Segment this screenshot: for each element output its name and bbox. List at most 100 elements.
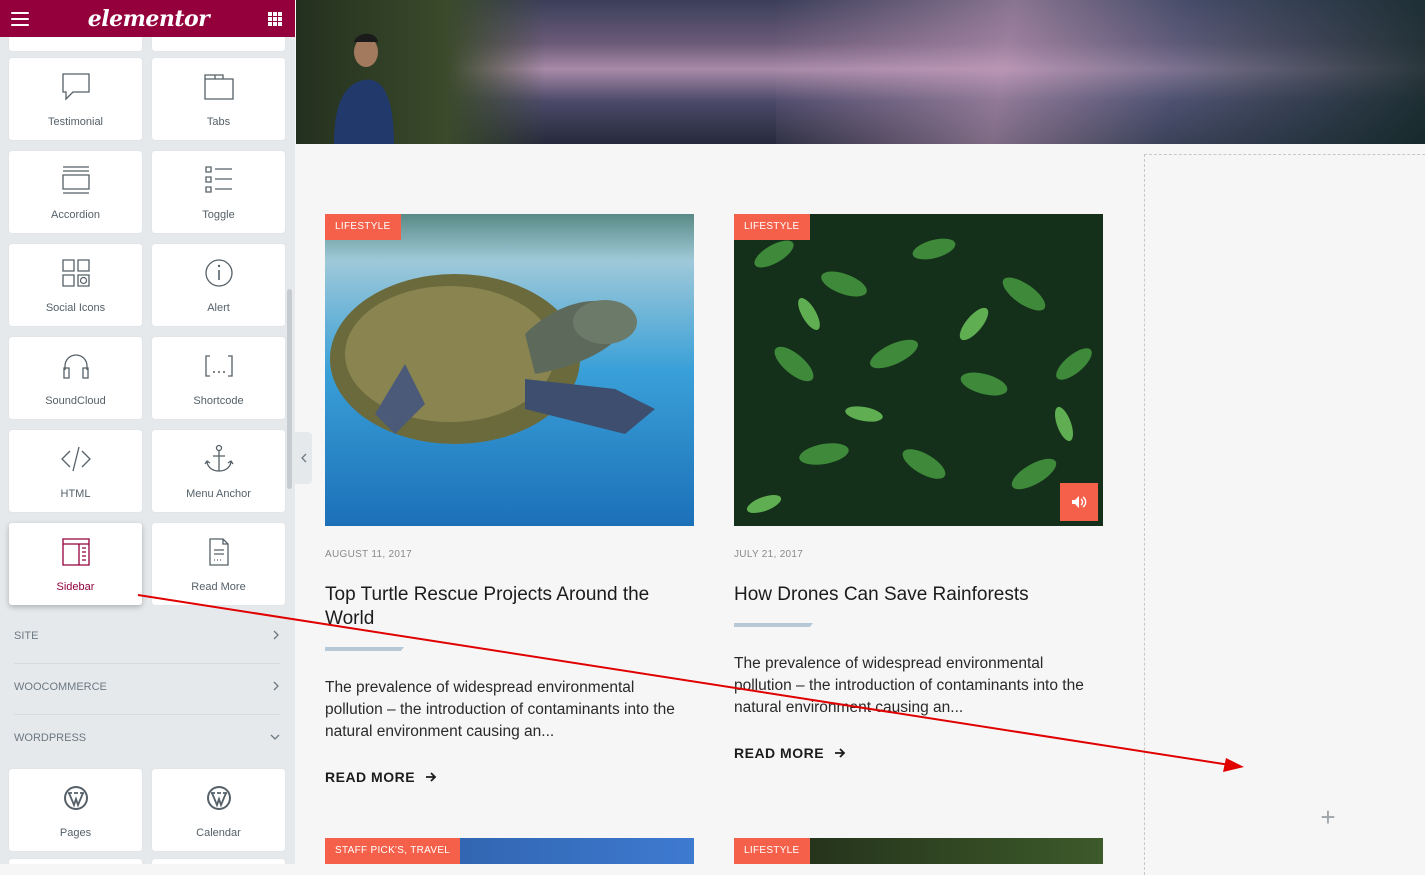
widget-label: Shortcode	[193, 395, 244, 407]
title-underline	[734, 623, 813, 627]
hero-image	[296, 0, 1425, 144]
widget-toggle[interactable]: Toggle	[152, 151, 285, 233]
post-image-turtle[interactable]: LIFESTYLE	[325, 214, 694, 526]
widget-calendar[interactable]: Calendar	[152, 769, 285, 851]
widget-label: Calendar	[196, 827, 241, 839]
widget-label: Pages	[59, 827, 92, 839]
widget-tile-partial[interactable]	[152, 859, 285, 864]
post-title[interactable]: How Drones Can Save Rainforests	[734, 583, 1103, 607]
widget-tile-partial[interactable]	[9, 859, 142, 864]
widget-label: Accordion	[51, 209, 100, 221]
toggle-icon	[204, 166, 232, 193]
widget-label: Testimonial	[47, 116, 104, 128]
testimonial-icon	[61, 73, 90, 101]
widget-testimonial[interactable]: Testimonial	[9, 58, 142, 140]
speaker-icon	[1072, 496, 1087, 508]
title-underline	[325, 647, 404, 651]
accordion-icon	[61, 166, 90, 194]
sidebar-drop-zone[interactable]	[1144, 154, 1425, 875]
anchor-icon	[203, 444, 234, 472]
soundcloud-icon	[62, 354, 89, 379]
category-badge[interactable]: LIFESTYLE	[325, 214, 401, 240]
category-label: WOOCOMMERCE	[14, 681, 107, 693]
hero-water	[776, 0, 1425, 144]
category-label: SITE	[14, 630, 39, 642]
category-site[interactable]: SITE	[14, 616, 280, 656]
widget-html[interactable]: HTML	[9, 430, 142, 512]
widget-read-more[interactable]: Read More	[152, 523, 285, 605]
add-section-button[interactable]: +	[1317, 804, 1339, 830]
category-badge[interactable]: LIFESTYLE	[734, 214, 810, 240]
widget-sidebar[interactable]: Sidebar	[9, 523, 142, 605]
audio-button[interactable]	[1060, 483, 1098, 521]
post-excerpt: The prevalence of widespread environment…	[734, 655, 1084, 716]
panel-header: elementor	[0, 0, 295, 37]
wordpress-icon	[63, 786, 88, 810]
category-badge[interactable]: STAFF PICK'S, TRAVEL	[325, 838, 461, 864]
read-more-link[interactable]: READ MORE	[325, 769, 437, 785]
panel-scrollbar[interactable]	[287, 289, 292, 489]
read-more-label: READ MORE	[325, 769, 416, 785]
chevron-left-icon	[300, 453, 306, 463]
category-label: WORDPRESS	[14, 732, 87, 744]
widget-menu-anchor[interactable]: Menu Anchor	[152, 430, 285, 512]
category-woocommerce[interactable]: WOOCOMMERCE	[14, 667, 280, 707]
widget-label: Read More	[191, 581, 246, 593]
widget-social-icons[interactable]: Social Icons	[9, 244, 142, 326]
post-image-leaves[interactable]: LIFESTYLE	[734, 214, 1103, 526]
sidebar-icon	[61, 538, 90, 566]
read-more-label: READ MORE	[734, 745, 825, 761]
post-card: STAFF PICK'S, TRAVEL	[325, 838, 694, 864]
read-more-link[interactable]: READ MORE	[734, 745, 846, 761]
chevron-down-icon	[270, 732, 280, 744]
widget-label: Social Icons	[45, 302, 106, 314]
arrow-right-icon	[426, 772, 437, 782]
tabs-icon	[203, 74, 234, 100]
turtle-image	[325, 214, 694, 526]
menu-icon[interactable]	[11, 11, 29, 26]
html-icon	[60, 446, 91, 472]
collapse-panel-button[interactable]	[295, 432, 312, 484]
widget-label: Sidebar	[56, 581, 95, 593]
post-excerpt: The prevalence of widespread environment…	[325, 679, 675, 740]
social-icons-icon	[61, 259, 90, 287]
arrow-right-icon	[835, 748, 846, 758]
category-badge[interactable]: LIFESTYLE	[734, 838, 810, 864]
widget-tile-partial[interactable]	[152, 37, 285, 51]
post-date: JULY 21, 2017	[734, 549, 804, 560]
wordpress-icon	[206, 786, 231, 810]
category-wordpress[interactable]: WORDPRESS	[14, 718, 280, 758]
widget-soundcloud[interactable]: SoundCloud	[9, 337, 142, 419]
widget-label: Toggle	[202, 209, 235, 221]
alert-icon	[204, 259, 233, 287]
widget-tabs[interactable]: Tabs	[152, 58, 285, 140]
widget-label: SoundCloud	[45, 395, 106, 407]
apps-grid-icon[interactable]	[268, 11, 282, 26]
post-card: LIFESTYLE	[734, 214, 1103, 526]
divider	[14, 663, 280, 664]
widget-label: HTML	[60, 488, 91, 500]
post-date: AUGUST 11, 2017	[325, 549, 412, 560]
widget-accordion[interactable]: Accordion	[9, 151, 142, 233]
widget-tile-partial[interactable]	[9, 37, 142, 51]
widget-shortcode[interactable]: Shortcode	[152, 337, 285, 419]
elementor-logo: elementor	[87, 5, 210, 32]
chevron-right-icon	[272, 630, 280, 643]
shortcode-icon	[204, 355, 233, 377]
post-card: LIFESTYLE	[325, 214, 694, 526]
widget-label: Alert	[207, 302, 230, 314]
post-image[interactable]: LIFESTYLE	[734, 838, 1103, 864]
read-more-icon	[208, 538, 229, 566]
post-image[interactable]: STAFF PICK'S, TRAVEL	[325, 838, 694, 864]
post-title[interactable]: Top Turtle Rescue Projects Around the Wo…	[325, 583, 694, 631]
widget-pages[interactable]: Pages	[9, 769, 142, 851]
post-card: LIFESTYLE	[734, 838, 1103, 864]
widget-label: Menu Anchor	[186, 488, 251, 500]
elementor-panel: elementor Testimonial Tabs Accordion Tog…	[0, 0, 295, 864]
widget-label: Tabs	[206, 116, 231, 128]
chevron-right-icon	[272, 681, 280, 694]
hero-person	[334, 33, 394, 144]
divider	[14, 714, 280, 715]
widget-alert[interactable]: Alert	[152, 244, 285, 326]
leaves-image	[734, 214, 1103, 526]
